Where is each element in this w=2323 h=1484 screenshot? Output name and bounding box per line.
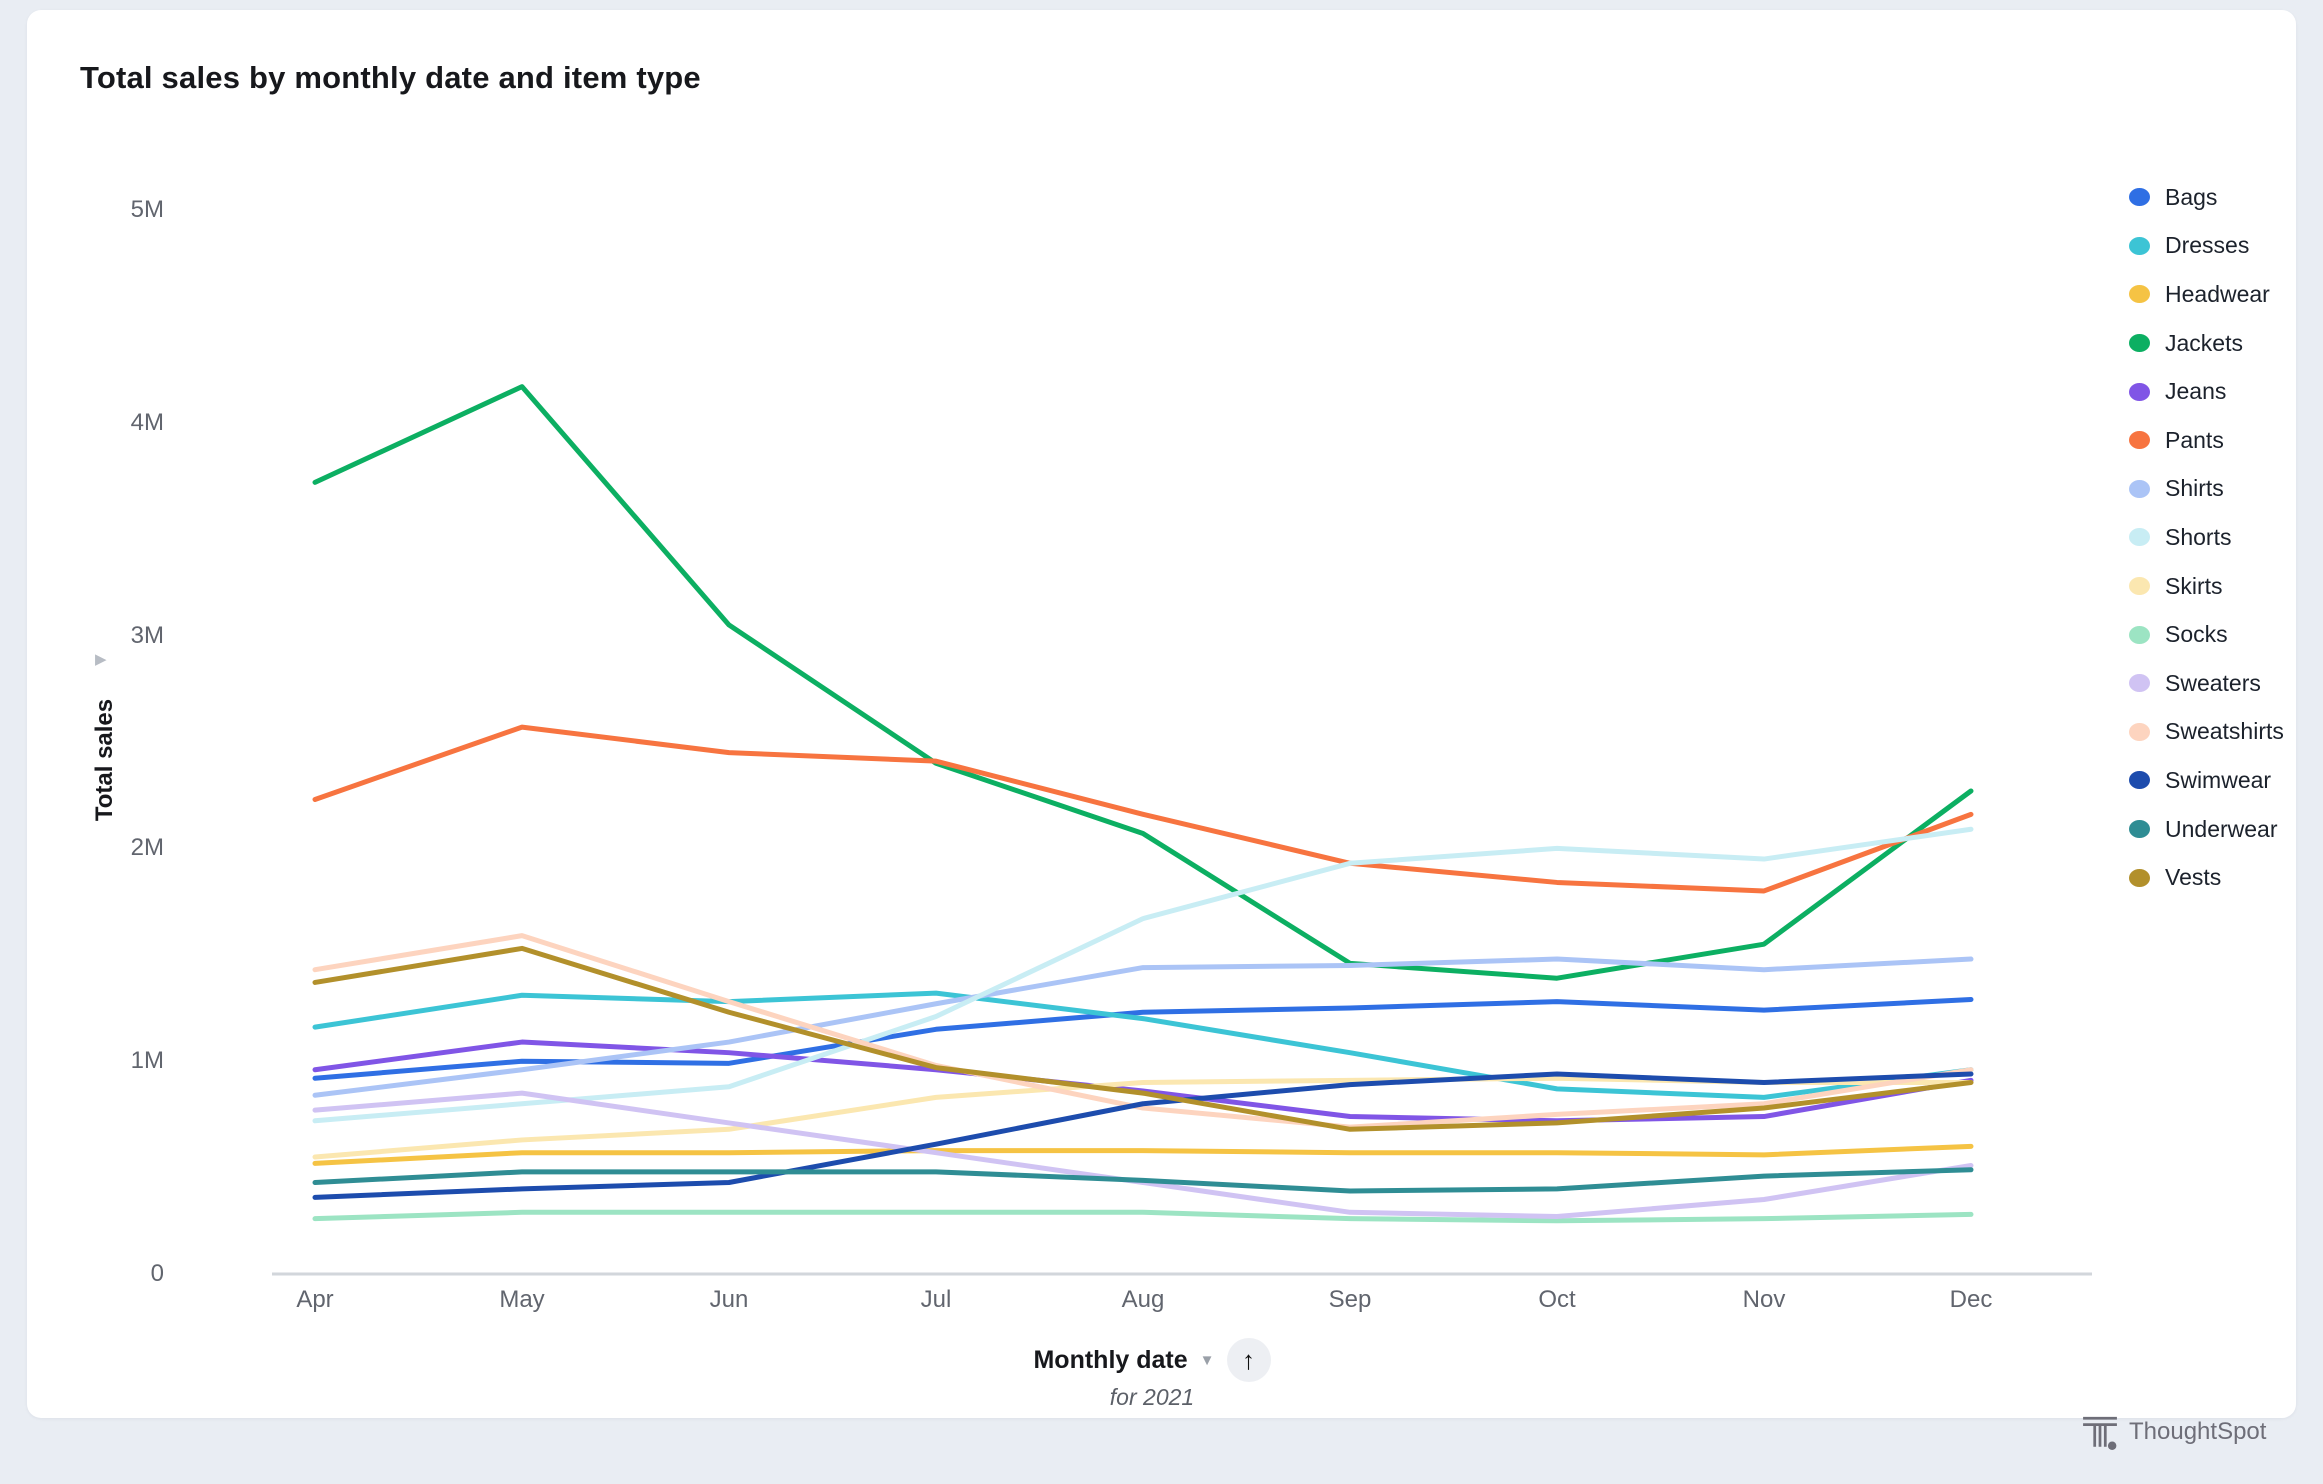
legend-swatch-headwear (2129, 285, 2150, 303)
x-tick-apr: Apr (245, 1286, 385, 1314)
x-tick-dec: Dec (1901, 1286, 2041, 1314)
legend-label: Underwear (2165, 816, 2278, 843)
series-line-socks[interactable] (315, 1212, 1971, 1221)
y-tick-3M: 3M (74, 622, 164, 650)
legend-label: Sweatshirts (2165, 718, 2284, 745)
legend: Bags Dresses Headwear Jackets Jeans Pants Shir… (2129, 173, 2284, 902)
series-line-pants[interactable] (315, 727, 1971, 891)
legend-swatch-shorts (2129, 528, 2150, 546)
legend-swatch-shirts (2129, 480, 2150, 498)
legend-label: Jackets (2165, 330, 2243, 357)
legend-swatch-pants (2129, 431, 2150, 449)
legend-item-shorts[interactable]: Shorts (2129, 513, 2284, 562)
legend-item-bags[interactable]: Bags (2129, 173, 2284, 222)
legend-swatch-socks (2129, 626, 2150, 644)
series-line-headwear[interactable] (315, 1146, 1971, 1163)
legend-item-shirts[interactable]: Shirts (2129, 465, 2284, 514)
y-tick-5M: 5M (74, 196, 164, 224)
x-axis-title[interactable]: Monthly date (1033, 1346, 1187, 1375)
legend-swatch-jeans (2129, 383, 2150, 401)
legend-swatch-bags (2129, 188, 2150, 206)
thoughtspot-brand: ThoughtSpot (2082, 1410, 2266, 1454)
line-chart-plot (27, 10, 2323, 1484)
legend-item-underwear[interactable]: Underwear (2129, 805, 2284, 854)
legend-swatch-underwear (2129, 820, 2150, 838)
x-tick-oct: Oct (1487, 1286, 1627, 1314)
y-tick-4M: 4M (74, 409, 164, 437)
legend-item-swimwear[interactable]: Swimwear (2129, 756, 2284, 805)
legend-item-skirts[interactable]: Skirts (2129, 562, 2284, 611)
arrow-up-icon: ↑ (1242, 1347, 1255, 1373)
legend-label: Skirts (2165, 573, 2223, 600)
thoughtspot-brand-text: ThoughtSpot (2129, 1418, 2266, 1446)
y-tick-0: 0 (74, 1260, 164, 1288)
legend-label: Shorts (2165, 524, 2231, 551)
legend-swatch-jackets (2129, 334, 2150, 352)
y-tick-1M: 1M (74, 1047, 164, 1075)
legend-item-pants[interactable]: Pants (2129, 416, 2284, 465)
legend-swatch-dresses (2129, 237, 2150, 255)
legend-item-dresses[interactable]: Dresses (2129, 222, 2284, 271)
legend-item-sweatshirts[interactable]: Sweatshirts (2129, 708, 2284, 757)
series-line-shirts[interactable] (315, 959, 1971, 1095)
legend-label: Dresses (2165, 232, 2249, 259)
legend-swatch-sweatshirts (2129, 723, 2150, 741)
x-tick-jul: Jul (866, 1286, 1006, 1314)
sort-direction-button[interactable]: ↑ (1227, 1338, 1271, 1382)
y-tick-2M: 2M (74, 834, 164, 862)
x-axis-title-group: Monthly date ▼ ↑ (952, 1338, 1352, 1382)
thoughtspot-logo-icon (2082, 1414, 2118, 1451)
legend-item-sweaters[interactable]: Sweaters (2129, 659, 2284, 708)
legend-swatch-vests (2129, 869, 2150, 887)
x-tick-sep: Sep (1280, 1286, 1420, 1314)
x-tick-jun: Jun (659, 1286, 799, 1314)
legend-item-headwear[interactable]: Headwear (2129, 270, 2284, 319)
legend-item-socks[interactable]: Socks (2129, 610, 2284, 659)
x-tick-nov: Nov (1694, 1286, 1834, 1314)
legend-item-jackets[interactable]: Jackets (2129, 319, 2284, 368)
legend-label: Pants (2165, 427, 2224, 454)
x-tick-aug: Aug (1073, 1286, 1213, 1314)
legend-item-jeans[interactable]: Jeans (2129, 367, 2284, 416)
legend-item-vests[interactable]: Vests (2129, 853, 2284, 902)
legend-swatch-sweaters (2129, 674, 2150, 692)
chevron-down-icon[interactable]: ▼ (1200, 1352, 1215, 1369)
legend-label: Swimwear (2165, 767, 2271, 794)
chart-card: Total sales by monthly date and item typ… (27, 10, 2296, 1418)
legend-swatch-swimwear (2129, 771, 2150, 789)
legend-label: Bags (2165, 184, 2217, 211)
legend-label: Headwear (2165, 281, 2270, 308)
series-line-shorts[interactable] (315, 829, 1971, 1121)
x-axis-subtitle: for 2021 (952, 1384, 1352, 1411)
legend-swatch-skirts (2129, 577, 2150, 595)
legend-label: Jeans (2165, 378, 2226, 405)
legend-label: Shirts (2165, 475, 2224, 502)
legend-label: Sweaters (2165, 670, 2261, 697)
legend-label: Socks (2165, 621, 2228, 648)
x-tick-may: May (452, 1286, 592, 1314)
legend-label: Vests (2165, 864, 2221, 891)
